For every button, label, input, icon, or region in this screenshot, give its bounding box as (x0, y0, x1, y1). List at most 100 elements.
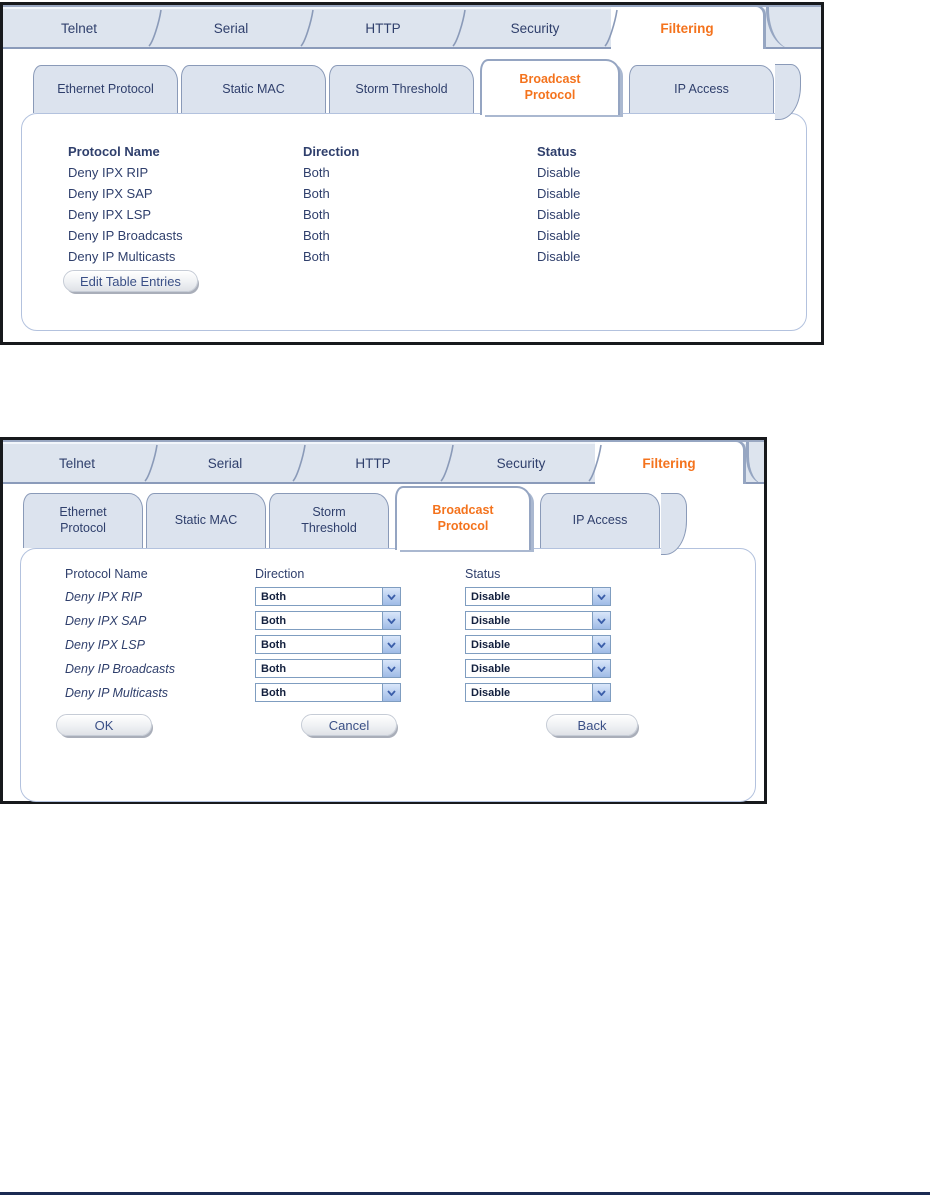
tab-serial[interactable]: Serial (148, 7, 307, 49)
selected-value: Both (261, 591, 287, 603)
subtab-ip-access[interactable]: IP Access (629, 65, 774, 113)
main-tab-bar: Telnet Serial HTTP Security Filtering (3, 440, 764, 484)
subtab-storm-threshold[interactable]: Storm Threshold (329, 65, 474, 113)
tab-bar-endcap (766, 7, 821, 49)
protocol-name: Deny IP Multicasts (68, 249, 176, 264)
edit-table-entries-button[interactable]: Edit Table Entries (63, 270, 198, 292)
subtab-ip-access[interactable]: IP Access (540, 493, 660, 548)
col-protocol-name: Protocol Name (68, 144, 160, 159)
subtab-static-mac[interactable]: Static MAC (146, 493, 266, 548)
sub-tab-bar-endcap (775, 64, 801, 120)
tab-label: Serial (207, 455, 243, 471)
dropdown-arrow-icon[interactable] (592, 612, 610, 629)
tab-label: HTTP (355, 455, 391, 471)
direction-select[interactable]: Both (255, 683, 401, 702)
subtab-label: Static MAC (222, 81, 285, 96)
form-header-row: Protocol Name Direction Status (65, 567, 755, 581)
tab-http[interactable]: HTTP (292, 442, 447, 484)
subtab-label: Ethernet Protocol (59, 505, 107, 535)
status-select[interactable]: Disable (465, 611, 611, 630)
subtab-ethernet-protocol[interactable]: Ethernet Protocol (33, 65, 178, 113)
status-select[interactable]: Disable (465, 587, 611, 606)
tab-label: Telnet (58, 455, 96, 471)
form-button-row: OK Cancel Back (56, 714, 638, 736)
tab-label: Security (510, 20, 560, 36)
tab-label: Filtering (660, 20, 714, 36)
status-value: Disable (537, 207, 581, 222)
table-row: Deny IP Broadcasts Both Disable (68, 225, 806, 246)
document-page: Telnet Serial HTTP Security Filtering Et… (0, 0, 930, 1202)
cancel-button[interactable]: Cancel (301, 714, 397, 736)
selected-value: Disable (471, 687, 511, 699)
status-select[interactable]: Disable (465, 683, 611, 702)
direction-value: Both (303, 207, 330, 222)
tab-label: Serial (213, 20, 249, 36)
status-select[interactable]: Disable (465, 659, 611, 678)
tab-separator (144, 444, 158, 482)
edit-button-row: Edit Table Entries (63, 270, 806, 292)
direction-value: Both (303, 249, 330, 264)
tab-filtering[interactable]: Filtering (588, 440, 746, 484)
tab-telnet[interactable]: Telnet (3, 7, 155, 49)
protocol-name: Deny IPX RIP (65, 589, 143, 604)
col-direction: Direction (255, 567, 305, 581)
direction-select[interactable]: Both (255, 659, 401, 678)
dropdown-arrow-icon[interactable] (592, 636, 610, 653)
tab-security[interactable]: Security (452, 7, 611, 49)
tab-security[interactable]: Security (440, 442, 595, 484)
subtab-ethernet-protocol[interactable]: Ethernet Protocol (23, 493, 143, 548)
dropdown-arrow-icon[interactable] (382, 636, 400, 653)
tab-serial[interactable]: Serial (144, 442, 299, 484)
table-row: Deny IPX LSP Both Disable (68, 204, 806, 225)
subtab-label: Ethernet Protocol (57, 81, 154, 96)
form-row: Deny IPX SAP Both Disable (65, 611, 755, 630)
form-row: Deny IP Multicasts Both Disable (65, 683, 755, 702)
selected-value: Disable (471, 615, 511, 627)
dropdown-arrow-icon[interactable] (382, 660, 400, 677)
subtab-label: IP Access (572, 513, 628, 528)
dropdown-arrow-icon[interactable] (592, 660, 610, 677)
subtab-storm-threshold[interactable]: Storm Threshold (269, 493, 389, 548)
protocol-name: Deny IPX LSP (65, 637, 145, 652)
tab-separator (604, 9, 618, 47)
broadcast-protocol-form-box: Protocol Name Direction Status Deny IPX … (20, 548, 756, 802)
direction-select[interactable]: Both (255, 635, 401, 654)
subtab-broadcast-protocol[interactable]: Broadcast Protocol (395, 486, 531, 550)
tab-http[interactable]: HTTP (300, 7, 459, 49)
selected-value: Both (261, 687, 287, 699)
broadcast-protocol-edit-panel: Telnet Serial HTTP Security Filtering Et… (0, 437, 767, 804)
filtering-sub-tab-bar: Ethernet Protocol Static MAC Storm Thres… (3, 59, 821, 120)
col-status: Status (465, 567, 501, 581)
status-select[interactable]: Disable (465, 635, 611, 654)
dropdown-arrow-icon[interactable] (592, 684, 610, 701)
subtab-label: Broadcast Protocol (432, 503, 494, 533)
tab-telnet[interactable]: Telnet (3, 442, 151, 484)
ok-button[interactable]: OK (56, 714, 152, 736)
form-row: Deny IPX LSP Both Disable (65, 635, 755, 654)
subtab-label: Storm Threshold (355, 81, 448, 96)
dropdown-arrow-icon[interactable] (382, 588, 400, 605)
direction-select[interactable]: Both (255, 587, 401, 606)
status-value: Disable (537, 165, 581, 180)
tab-separator (292, 444, 306, 482)
form-row: Deny IP Broadcasts Both Disable (65, 659, 755, 678)
direction-value: Both (303, 228, 330, 243)
page-footer-rule (0, 1192, 930, 1195)
protocol-name: Deny IPX RIP (68, 165, 149, 180)
sub-tab-bar-endcap (661, 493, 687, 555)
selected-value: Disable (471, 639, 511, 651)
table-header-row: Protocol Name Direction Status (68, 141, 806, 162)
tab-filtering[interactable]: Filtering (604, 5, 766, 49)
dropdown-arrow-icon[interactable] (382, 684, 400, 701)
tab-separator (452, 9, 466, 47)
subtab-static-mac[interactable]: Static MAC (181, 65, 326, 113)
direction-select[interactable]: Both (255, 611, 401, 630)
status-value: Disable (537, 228, 581, 243)
dropdown-arrow-icon[interactable] (382, 612, 400, 629)
protocol-name: Deny IP Broadcasts (68, 228, 183, 243)
back-button[interactable]: Back (546, 714, 638, 736)
subtab-broadcast-protocol[interactable]: Broadcast Protocol (480, 59, 620, 115)
protocol-name: Deny IP Multicasts (65, 685, 169, 700)
dropdown-arrow-icon[interactable] (592, 588, 610, 605)
subtab-label: Broadcast Protocol (519, 72, 581, 102)
